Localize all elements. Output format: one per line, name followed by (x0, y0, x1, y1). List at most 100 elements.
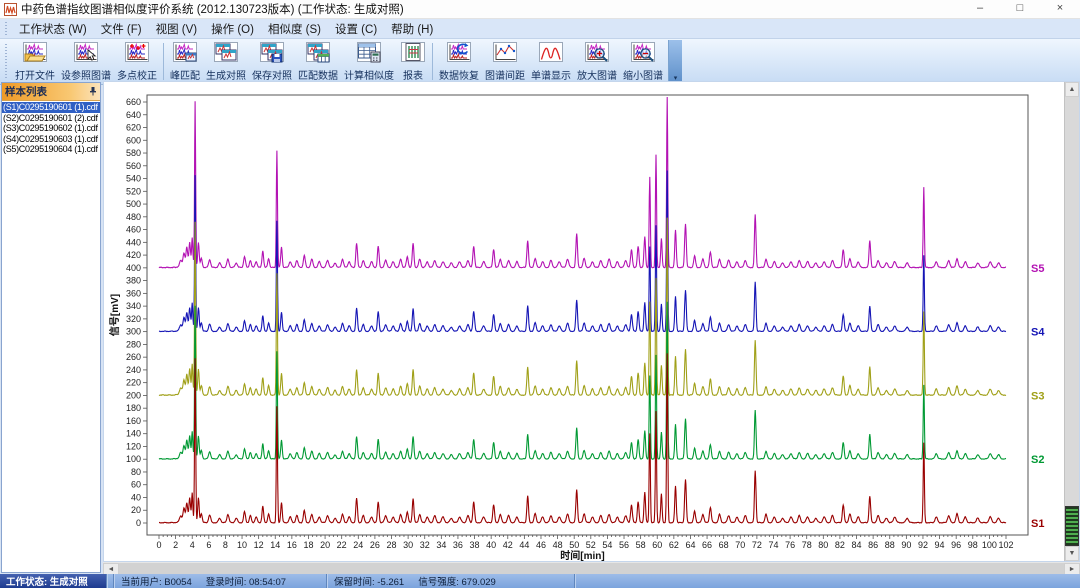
scroll-down-icon[interactable]: ▼ (1065, 546, 1079, 561)
svg-text:78: 78 (802, 540, 812, 550)
svg-text:10: 10 (237, 540, 247, 550)
sample-list-item[interactable]: (S1)C0295190601 (1).cdf (2, 102, 100, 113)
svg-text:52: 52 (586, 540, 596, 550)
sample-list-item[interactable]: (S3)C0295190602 (1).cdf (2, 123, 100, 134)
svg-text:38: 38 (470, 540, 480, 550)
peak-match-label: 峰匹配 (170, 67, 200, 82)
svg-text:100: 100 (126, 454, 141, 464)
generate-reference-button[interactable]: 生成对照 (203, 40, 249, 83)
series-label-S1: S1 (1031, 518, 1044, 530)
spectra-spacing-button[interactable]: 图谱间距 (482, 40, 528, 83)
series-label-S2: S2 (1031, 454, 1044, 466)
svg-text:88: 88 (885, 540, 895, 550)
svg-text:2: 2 (173, 540, 178, 550)
svg-text:70: 70 (735, 540, 745, 550)
multi-point-correction-button[interactable]: 多点校正 (114, 40, 160, 83)
data-restore-button[interactable]: 数据恢复 (436, 40, 482, 83)
svg-text:8: 8 (223, 540, 228, 550)
chart-column: 0246810121416182022242628303234363840424… (103, 81, 1080, 574)
status-login-time: 登录时间: 08:54:07 (206, 574, 286, 588)
data-restore-label: 数据恢复 (439, 67, 479, 82)
peak-match-icon (172, 41, 198, 66)
save-reference-icon (259, 41, 285, 66)
svg-text:320: 320 (126, 314, 141, 324)
menu-help[interactable]: 帮助 (H) (384, 19, 440, 39)
vertical-scrollbar[interactable]: ▲ ▼ (1064, 82, 1079, 561)
generate-reference-icon (213, 41, 239, 66)
svg-text:240: 240 (126, 365, 141, 375)
svg-text:420: 420 (126, 250, 141, 260)
menu-settings[interactable]: 设置 (C) (328, 19, 384, 39)
menu-work-status[interactable]: 工作状态 (W) (12, 19, 94, 39)
svg-text:20: 20 (131, 505, 141, 515)
svg-text:58: 58 (636, 540, 646, 550)
svg-text:360: 360 (126, 288, 141, 298)
match-data-icon (305, 41, 331, 66)
sample-list-item[interactable]: (S5)C0295190604 (1).cdf (2, 144, 100, 155)
toolbar: 打开文件 设参照图谱 多点校正 峰匹配 生成对照 保存 (0, 39, 1080, 85)
minimize-button[interactable]: – (960, 0, 1000, 18)
set-reference-icon (73, 41, 99, 66)
calc-similarity-icon (356, 41, 382, 66)
menu-similarity[interactable]: 相似度 (S) (261, 19, 328, 39)
svg-text:640: 640 (126, 110, 141, 120)
svg-text:280: 280 (126, 339, 141, 349)
set-reference-button[interactable]: 设参照图谱 (58, 40, 114, 83)
maximize-button[interactable]: □ (1000, 0, 1040, 18)
svg-text:80: 80 (818, 540, 828, 550)
peak-match-button[interactable]: 峰匹配 (167, 40, 203, 83)
app-icon (4, 3, 17, 16)
svg-text:20: 20 (320, 540, 330, 550)
svg-text:36: 36 (453, 540, 463, 550)
svg-text:500: 500 (126, 199, 141, 209)
svg-text:12: 12 (254, 540, 264, 550)
svg-text:300: 300 (126, 327, 141, 337)
scroll-up-icon[interactable]: ▲ (1065, 82, 1079, 97)
save-reference-button[interactable]: 保存对照 (249, 40, 295, 83)
status-work-state: 工作状态: 生成对照 (0, 574, 108, 588)
multi-point-correction-icon (124, 41, 150, 66)
open-file-button[interactable]: 打开文件 (12, 40, 58, 83)
pin-icon[interactable] (89, 85, 97, 99)
toolbar-overflow-button[interactable]: ▾ (668, 40, 682, 83)
report-label: 报表 (403, 67, 423, 82)
open-file-label: 打开文件 (15, 67, 55, 82)
report-button[interactable]: 报表 (397, 40, 429, 83)
menu-file[interactable]: 文件 (F) (94, 19, 149, 39)
svg-text:180: 180 (126, 403, 141, 413)
svg-text:560: 560 (126, 161, 141, 171)
svg-text:94: 94 (935, 540, 945, 550)
sample-list-item[interactable]: (S4)C0295190603 (1).cdf (2, 134, 100, 145)
sample-list-item[interactable]: (S2)C0295190601 (2).cdf (2, 113, 100, 124)
svg-text:620: 620 (126, 123, 141, 133)
svg-text:380: 380 (126, 276, 141, 286)
svg-text:66: 66 (702, 540, 712, 550)
svg-text:16: 16 (287, 540, 297, 550)
svg-text:260: 260 (126, 352, 141, 362)
menu-grip-handle[interactable] (5, 22, 9, 35)
vertical-scroll-track[interactable] (1065, 97, 1079, 546)
zoom-in-chart-button[interactable]: 放大图谱 (574, 40, 620, 83)
svg-text:200: 200 (126, 390, 141, 400)
multi-point-correction-label: 多点校正 (117, 67, 157, 82)
svg-text:68: 68 (719, 540, 729, 550)
single-spectrum-button[interactable]: 单谱显示 (528, 40, 574, 83)
svg-text:24: 24 (353, 540, 363, 550)
menu-operate[interactable]: 操作 (O) (204, 19, 261, 39)
toolbar-grip-handle[interactable] (5, 44, 9, 78)
svg-text:32: 32 (420, 540, 430, 550)
svg-text:480: 480 (126, 212, 141, 222)
svg-text:120: 120 (126, 441, 141, 451)
calc-similarity-button[interactable]: 计算相似度 (341, 40, 397, 83)
status-divider (108, 574, 115, 588)
zoom-out-chart-button[interactable]: 缩小图谱 (620, 40, 666, 83)
menu-bar: 工作状态 (W)文件 (F)视图 (V)操作 (O)相似度 (S)设置 (C)帮… (0, 19, 1080, 39)
zoom-out-chart-label: 缩小图谱 (623, 67, 663, 82)
menu-view[interactable]: 视图 (V) (149, 19, 205, 39)
toolbar-separator (432, 43, 433, 80)
close-button[interactable]: × (1040, 0, 1080, 18)
svg-text:14: 14 (270, 540, 280, 550)
svg-text:60: 60 (652, 540, 662, 550)
vertical-scroll-thumb[interactable] (1065, 506, 1079, 546)
match-data-button[interactable]: 匹配数据 (295, 40, 341, 83)
